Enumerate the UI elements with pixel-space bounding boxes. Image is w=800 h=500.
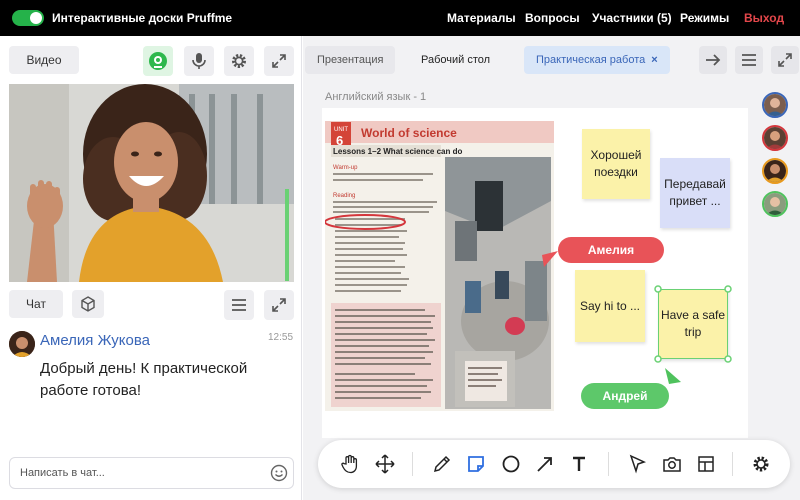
avatar[interactable] — [762, 191, 788, 217]
expand-icon — [778, 53, 792, 67]
audio-level-indicator — [285, 189, 289, 281]
expand-icon — [272, 298, 286, 312]
board-title: Английский язык - 1 — [325, 91, 427, 103]
gear-icon — [232, 54, 246, 68]
camera-button[interactable] — [143, 46, 173, 76]
chat-message: Добрый день! К практической работе готов… — [40, 360, 248, 399]
pointer-icon — [629, 454, 647, 474]
nav-participants[interactable]: Участники (5) — [592, 11, 672, 25]
pointer-tool[interactable] — [626, 452, 650, 476]
layout-icon — [698, 456, 714, 472]
participant-video-image — [9, 84, 294, 282]
tab-desktop[interactable]: Рабочий стол — [409, 46, 502, 74]
drawing-toolbar — [318, 440, 790, 488]
chat-author-name: Амелия Жукова — [40, 332, 150, 349]
toolbar-divider — [608, 452, 609, 476]
board-menu-button[interactable] — [735, 46, 763, 74]
nav-materials[interactable]: Материалы — [447, 11, 516, 25]
toolbar-divider — [732, 452, 733, 476]
sticky-note[interactable]: Передавай привет ... — [660, 158, 730, 228]
video-button[interactable]: Видео — [9, 46, 79, 74]
avatar[interactable] — [762, 125, 788, 151]
board-panel: Презентация Рабочий стол Практическая ра… — [303, 36, 800, 500]
board-fullscreen-button[interactable] — [771, 46, 799, 74]
selection-handles[interactable] — [652, 283, 734, 365]
gear-icon — [753, 456, 769, 472]
mode-toggle[interactable] — [12, 10, 44, 26]
fullscreen-video-button[interactable] — [264, 46, 294, 76]
whiteboard-canvas[interactable]: UNIT 6 World of science Lessons 1–2 What… — [322, 108, 748, 438]
sticky-note-tool[interactable] — [464, 452, 488, 476]
camera-icon — [663, 457, 681, 472]
cursor-arrow-icon — [542, 251, 558, 267]
expand-icon — [272, 54, 286, 68]
toolbar-divider — [412, 452, 413, 476]
toolbar-settings[interactable] — [749, 452, 773, 476]
sticky-note-icon — [468, 456, 484, 472]
smiley-icon — [270, 464, 288, 482]
app-title: Интерактивные доски Pruffme — [52, 11, 233, 25]
textbook-page-image: UNIT 6 World of science Lessons 1–2 What… — [325, 121, 554, 411]
arrow-right-icon — [706, 54, 721, 66]
next-button[interactable] — [699, 46, 727, 74]
avatar[interactable] — [762, 158, 788, 184]
hand-icon — [341, 454, 358, 474]
pen-icon — [433, 455, 451, 473]
textbook-warmup-heading: Warm-up — [333, 165, 358, 171]
circle-tool[interactable] — [499, 452, 523, 476]
circle-icon — [502, 455, 520, 473]
layout-tool[interactable] — [694, 452, 718, 476]
nav-questions[interactable]: Вопросы — [525, 11, 580, 25]
hand-tool[interactable] — [338, 452, 362, 476]
menu-icon — [742, 54, 756, 66]
menu-icon — [232, 299, 246, 311]
screenshot-tool[interactable] — [660, 452, 684, 476]
exit-button[interactable]: Выход — [744, 11, 784, 25]
textbook-reading-heading: Reading — [333, 193, 355, 199]
chat-expand-button[interactable] — [264, 290, 294, 320]
sticky-note[interactable]: Say hi to ... — [575, 270, 645, 342]
tab-presentation[interactable]: Презентация — [305, 46, 396, 74]
tab-practical-work[interactable]: Практическая работа × — [524, 46, 670, 74]
emoji-button[interactable] — [270, 464, 288, 482]
avatar — [9, 331, 35, 357]
chat-menu-button[interactable] — [224, 290, 254, 320]
textbook-illustration: UNIT 6 World of science Lessons 1–2 What… — [325, 121, 554, 411]
text-icon — [573, 456, 585, 471]
arrow-icon — [537, 457, 552, 472]
video-feed — [9, 84, 294, 282]
cube-icon — [81, 296, 95, 312]
cursor-label-andrey: Андрей — [581, 383, 669, 409]
left-panel: Видео Чат Амелия Жукова 12:55 Добрый ден… — [0, 36, 302, 500]
textbook-title: World of science — [361, 126, 457, 140]
microphone-button[interactable] — [184, 46, 214, 76]
nav-modes[interactable]: Режимы — [680, 11, 729, 25]
cursor-arrow-icon — [665, 368, 681, 384]
cursor-label-amelia: Амелия — [558, 237, 664, 263]
chat-input[interactable] — [9, 457, 294, 489]
chat-button[interactable]: Чат — [9, 290, 63, 318]
3d-button[interactable] — [72, 290, 104, 318]
pen-tool[interactable] — [430, 452, 454, 476]
top-bar: Интерактивные доски Pruffme Материалы Во… — [0, 0, 800, 36]
textbook-subtitle: Lessons 1–2 What science can do — [333, 147, 462, 156]
sticky-note[interactable]: Хорошей поездки — [582, 129, 650, 199]
move-icon — [375, 454, 395, 474]
camera-icon — [149, 52, 167, 70]
microphone-icon — [192, 53, 206, 69]
text-tool[interactable] — [567, 452, 591, 476]
close-tab-icon[interactable]: × — [651, 54, 657, 66]
avatar[interactable] — [762, 92, 788, 118]
toggle-knob — [30, 12, 42, 24]
chat-timestamp: 12:55 — [268, 332, 294, 343]
move-tool[interactable] — [373, 452, 397, 476]
settings-button[interactable] — [224, 46, 254, 76]
tab-practical-label: Практическая работа — [536, 54, 646, 66]
arrow-tool[interactable] — [533, 452, 557, 476]
